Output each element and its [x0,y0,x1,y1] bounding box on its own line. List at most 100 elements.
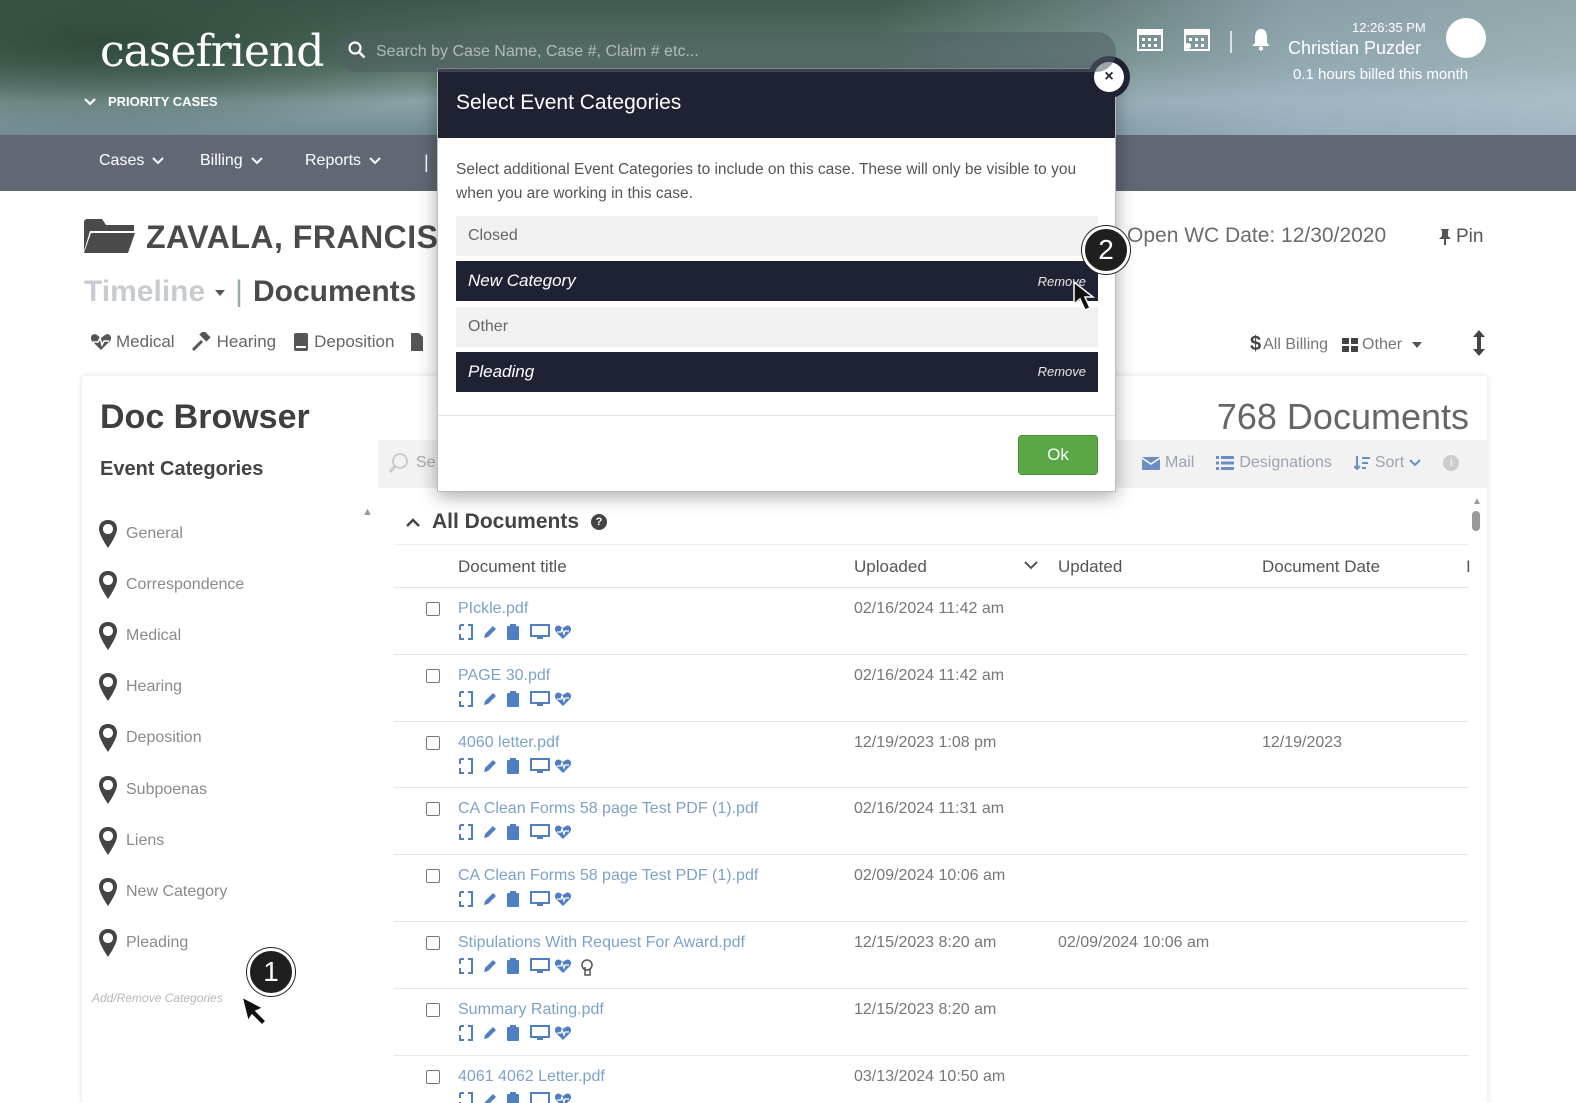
split-icon[interactable] [458,824,475,841]
row-checkbox[interactable] [426,1069,440,1084]
heartbeat-icon[interactable] [554,758,572,775]
clipboard-icon[interactable] [506,690,523,708]
category-item[interactable]: Liens [98,815,244,866]
heartbeat-icon[interactable] [554,824,572,841]
global-search[interactable] [336,32,1116,72]
search-input[interactable] [376,43,876,61]
clipboard-icon[interactable] [506,891,523,908]
heartbeat-icon[interactable] [554,624,572,641]
row-checkbox[interactable] [426,802,440,817]
add-remove-categories-link[interactable]: Add/Remove Categories [92,991,223,1005]
monitor-icon[interactable] [530,624,550,641]
clipboard-icon[interactable] [506,757,523,775]
sort-button[interactable]: Sort [1353,454,1421,472]
split-icon[interactable] [458,757,475,775]
monitor-icon[interactable] [530,1024,550,1042]
help-icon[interactable]: ? [591,514,608,530]
monitor-icon[interactable] [530,690,550,708]
all-billing-filter[interactable]: $ All Billing [1250,333,1328,356]
column-uploaded[interactable]: Uploaded [854,557,927,577]
split-icon[interactable] [458,1024,475,1042]
table-row[interactable]: Summary Rating.pdf 12/15/2023 8:20 am [394,989,1469,1056]
heartbeat-icon[interactable] [554,1092,572,1103]
pencil-icon[interactable] [482,624,499,641]
category-item[interactable]: Medical [98,610,244,661]
monitor-icon[interactable] [530,957,550,975]
table-row[interactable]: 4061 4062 Letter.pdf 03/13/2024 10:50 am [394,1056,1469,1103]
pencil-icon[interactable] [482,1025,499,1042]
document-title-link[interactable]: CA Clean Forms 58 page Test PDF (1).pdf [458,867,758,885]
row-checkbox[interactable] [426,668,440,683]
split-icon[interactable] [458,957,475,975]
pencil-icon[interactable] [482,758,499,775]
monitor-icon[interactable] [530,1091,550,1103]
calendar-user-icon[interactable] [1182,26,1212,57]
monitor-icon[interactable] [530,757,550,775]
all-documents-header[interactable]: All Documents ? [406,510,608,534]
table-row[interactable]: Stipulations With Request For Award.pdf … [394,922,1469,989]
category-item[interactable]: General [98,508,244,559]
modal-category-pleading[interactable]: Pleading Remove [456,351,1098,392]
priority-cases-toggle[interactable]: PRIORITY CASES [84,94,218,109]
document-title-link[interactable]: PIckle.pdf [458,600,528,618]
heartbeat-icon[interactable] [554,1025,572,1042]
filter-hearing[interactable]: Hearing [191,332,276,352]
pencil-icon[interactable] [482,891,499,908]
clipboard-icon[interactable] [506,957,523,975]
tab-documents[interactable]: Documents [253,275,416,309]
heartbeat-icon[interactable] [554,691,572,708]
column-updated[interactable]: Updated [1058,557,1122,577]
clipboard-icon[interactable] [506,1091,523,1103]
clipboard-icon[interactable] [506,1024,523,1042]
remove-button[interactable]: Remove [1038,364,1086,379]
caret-down-icon[interactable] [215,285,226,299]
chevron-down-icon[interactable] [1024,557,1038,573]
document-title-link[interactable]: 4061 4062 Letter.pdf [458,1068,605,1086]
category-item[interactable]: Subpoenas [98,764,244,815]
user-name[interactable]: Christian Puzder [1288,38,1421,59]
table-row[interactable]: PAGE 30.pdf 02/16/2024 11:42 am [394,655,1469,722]
filter-medical[interactable]: Medical [90,332,175,352]
heartbeat-icon[interactable] [554,958,572,975]
row-checkbox[interactable] [426,602,440,616]
scroll-thumb[interactable] [1472,511,1480,531]
nav-billing[interactable]: Billing [200,152,263,170]
logo[interactable]: casefriend [100,26,324,77]
category-item[interactable]: Hearing [98,662,244,713]
row-checkbox[interactable] [426,1002,440,1017]
heartbeat-icon[interactable] [554,891,572,908]
bell-icon[interactable] [1250,27,1272,56]
column-title[interactable]: Document title [458,557,567,577]
category-item[interactable]: Pleading [98,918,244,969]
document-title-link[interactable]: 4060 letter.pdf [458,734,559,752]
filter-deposition[interactable]: Deposition [292,332,394,352]
scroll-up-arrow[interactable]: ▲ [1472,496,1482,507]
pencil-icon[interactable] [482,958,499,975]
pencil-icon[interactable] [482,824,499,841]
scroll-up-arrow[interactable]: ▲ [362,506,373,518]
table-row[interactable]: CA Clean Forms 58 page Test PDF (1).pdf … [394,788,1469,856]
document-title-link[interactable]: Stipulations With Request For Award.pdf [458,934,745,952]
doc-scrollbar[interactable]: ▲ [1472,496,1482,531]
ok-button[interactable]: Ok [1018,435,1098,475]
avatar[interactable] [1446,18,1486,58]
other-filter[interactable]: Other [1342,336,1423,354]
monitor-icon[interactable] [530,891,550,908]
tab-timeline[interactable]: Timeline [84,275,205,309]
column-more[interactable]: I [1466,557,1471,577]
monitor-icon[interactable] [530,824,550,841]
modal-category-closed[interactable]: Closed [456,216,1098,256]
info-icon[interactable]: i [1443,455,1460,471]
designations-button[interactable]: Designations [1216,454,1332,472]
calendar-icon[interactable] [1136,26,1164,57]
clipboard-icon[interactable] [506,824,523,841]
nav-reports[interactable]: Reports [305,152,381,170]
pencil-icon[interactable] [482,691,499,708]
document-title-link[interactable]: CA Clean Forms 58 page Test PDF (1).pdf [458,800,758,818]
category-item[interactable]: Correspondence [98,559,244,610]
row-checkbox[interactable] [426,935,440,950]
split-icon[interactable] [458,624,475,641]
column-document-date[interactable]: Document Date [1262,557,1380,577]
mail-button[interactable]: Mail [1142,454,1194,472]
modal-category-new-category[interactable]: New Category Remove [456,261,1098,302]
